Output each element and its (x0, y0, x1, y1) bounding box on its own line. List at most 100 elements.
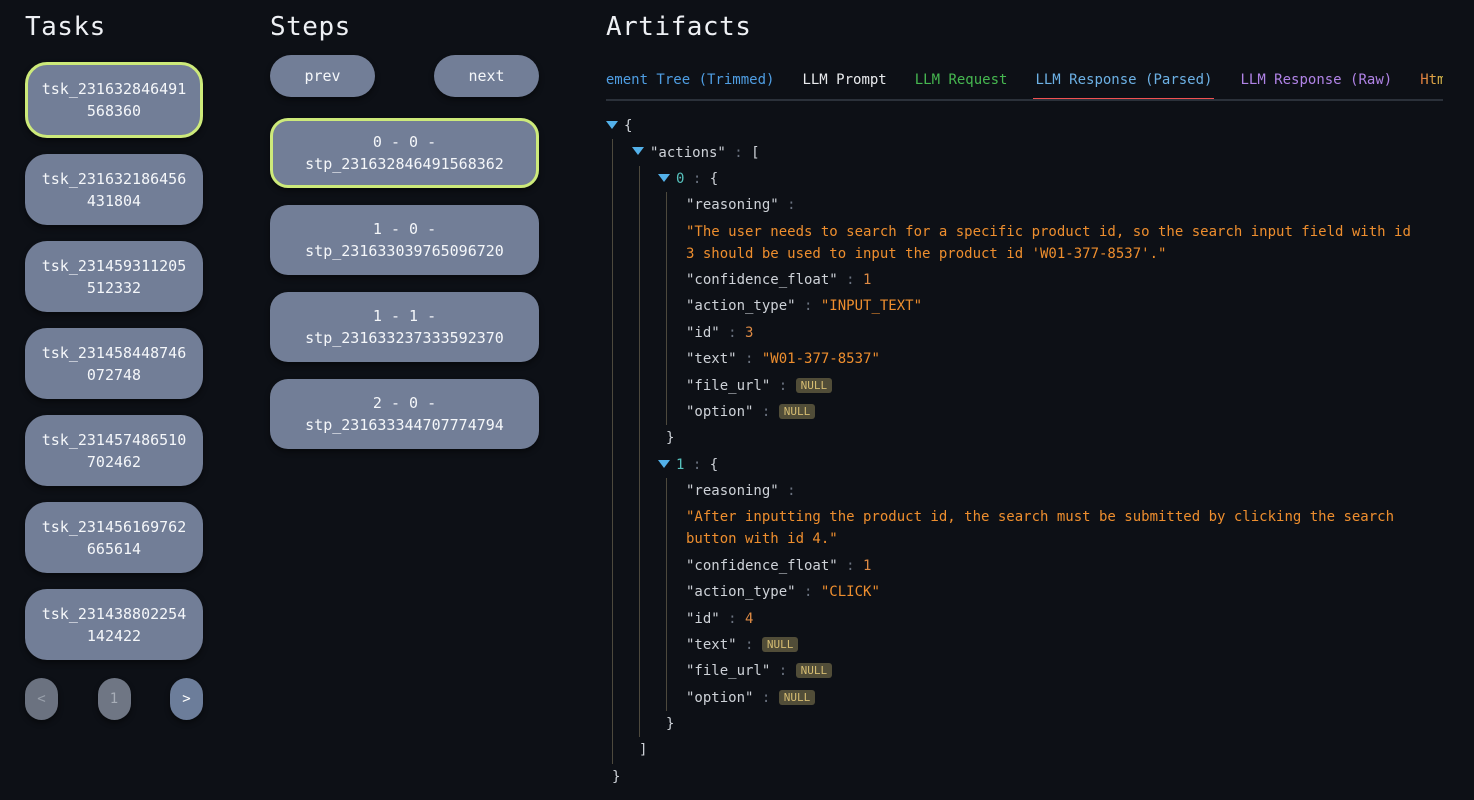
step-label-line1: 1 - 1 - (280, 305, 529, 327)
task-button[interactable]: tsk_231438802254142422 (25, 589, 203, 660)
tab-llm-prompt[interactable]: LLM Prompt (800, 64, 888, 101)
task-button[interactable]: tsk_231456169762665614 (25, 502, 203, 573)
task-button[interactable]: tsk_231458448746072748 (25, 328, 203, 399)
json-null-badge: NULL (796, 663, 833, 678)
indent-guide (639, 399, 640, 425)
json-row: "option" : NULL (606, 399, 1451, 425)
indent-guide (639, 478, 640, 504)
json-brace: [ (751, 145, 759, 161)
json-colon: : (720, 325, 745, 341)
step-label-line1: 1 - 0 - (280, 218, 529, 240)
indent-guide (639, 685, 640, 711)
json-number: 4 (745, 611, 753, 627)
collapse-arrow-icon[interactable] (658, 174, 670, 182)
tasks-current-page-button[interactable]: 1 (98, 678, 131, 720)
indent-guide (666, 399, 667, 425)
indent-guide (639, 346, 640, 372)
json-colon: : (770, 378, 795, 394)
json-colon: : (684, 457, 709, 473)
json-number: 1 (863, 558, 871, 574)
json-row: 0 : { (606, 166, 1451, 192)
indent-guide (612, 399, 613, 425)
json-row: "reasoning" : (606, 478, 1451, 504)
json-null-badge: NULL (796, 378, 833, 393)
json-tree-viewer: {"actions" : [0 : {"reasoning" :"The use… (606, 113, 1451, 790)
json-colon: : (720, 611, 745, 627)
json-colon: : (753, 690, 778, 706)
indent-guide (666, 372, 667, 398)
collapse-arrow-icon[interactable] (658, 460, 670, 468)
steps-panel: Steps prev next 0 - 0 -stp_2316328464915… (270, 0, 539, 449)
json-colon: : (796, 584, 821, 600)
tasks-title: Tasks (25, 12, 203, 42)
tab-llm-request[interactable]: LLM Request (913, 64, 1010, 101)
json-brace: { (624, 118, 632, 134)
json-row: "id" : 3 (606, 320, 1451, 346)
indent-guide (639, 632, 640, 658)
step-button[interactable]: 2 - 0 -stp_231633344707774794 (270, 379, 539, 449)
step-button[interactable]: 1 - 0 -stp_231633039765096720 (270, 205, 539, 275)
indent-guide (639, 425, 640, 451)
json-brace: } (612, 769, 620, 785)
indent-guide (666, 346, 667, 372)
app-root: Tasks tsk_231632846491568360 tsk_23163218… (0, 0, 1474, 800)
indent-guide (639, 267, 640, 293)
json-string: "The user needs to search for a specific… (686, 221, 1419, 265)
indent-guide (639, 553, 640, 579)
task-button[interactable]: tsk_231459311205512332 (25, 241, 203, 312)
json-null-badge: NULL (779, 404, 816, 419)
json-row: } (606, 425, 1451, 451)
indent-guide (612, 192, 613, 218)
indent-guide (666, 632, 667, 658)
step-button[interactable]: 0 - 0 -stp_231632846491568362 (270, 118, 539, 188)
json-colon: : (753, 404, 778, 420)
steps-nav: prev next (270, 55, 539, 97)
json-key: "file_url" (686, 663, 770, 679)
artifacts-panel: Artifacts Element Tree (Trimmed)LLM Prom… (606, 0, 1474, 790)
indent-guide (639, 658, 640, 684)
artifacts-tabbar: Element Tree (Trimmed) LLM Prompt LLM Requ… (606, 64, 1443, 101)
json-colon: : (737, 351, 762, 367)
indent-guide (666, 553, 667, 579)
tasks-prev-page-button[interactable]: < (25, 678, 58, 720)
indent-guide (639, 219, 640, 267)
tab-llm-response-raw[interactable]: LLM Response (Raw) (1238, 64, 1394, 101)
json-key: "text" (686, 351, 737, 367)
steps-next-button[interactable]: next (434, 55, 539, 97)
json-null-badge: NULL (779, 690, 816, 705)
json-row: } (606, 711, 1451, 737)
step-label-line1: 2 - 0 - (280, 392, 529, 414)
tab-html-raw[interactable]: Html (Raw) (1418, 64, 1443, 101)
json-string: "W01-377-8537" (762, 351, 880, 367)
collapse-arrow-icon[interactable] (632, 147, 644, 155)
collapse-arrow-icon[interactable] (606, 121, 618, 129)
indent-guide (666, 267, 667, 293)
task-button[interactable]: tsk_231457486510702462 (25, 415, 203, 486)
json-key: "text" (686, 637, 737, 653)
json-colon: : (726, 145, 751, 161)
json-colon: : (770, 663, 795, 679)
json-row: { (606, 113, 1451, 139)
json-row: "action_type" : "CLICK" (606, 579, 1451, 605)
json-row: "text" : NULL (606, 632, 1451, 658)
json-key: "file_url" (686, 378, 770, 394)
step-button[interactable]: 1 - 1 -stp_231633237333592370 (270, 292, 539, 362)
json-row: "text" : "W01-377-8537" (606, 346, 1451, 372)
json-row: } (606, 764, 1451, 790)
json-key: "option" (686, 404, 753, 420)
steps-title: Steps (270, 12, 539, 42)
indent-guide (612, 605, 613, 631)
indent-guide (639, 605, 640, 631)
step-label-line2: stp_231633039765096720 (280, 240, 529, 262)
indent-guide (612, 219, 613, 267)
steps-prev-button[interactable]: prev (270, 55, 375, 97)
tasks-list: tsk_231632846491568360 tsk_23163218645643… (25, 62, 203, 660)
task-button[interactable]: tsk_231632846491568360 (25, 62, 203, 138)
task-button[interactable]: tsk_231632186456431804 (25, 154, 203, 225)
indent-guide (612, 425, 613, 451)
tasks-next-page-button[interactable]: > (170, 678, 203, 720)
tab-llm-response-parsed[interactable]: LLM Response (Parsed) (1033, 64, 1214, 101)
json-colon: : (796, 298, 821, 314)
indent-guide (612, 711, 613, 737)
tab-element-tree-trimmed[interactable]: Element Tree (Trimmed) (606, 64, 776, 101)
